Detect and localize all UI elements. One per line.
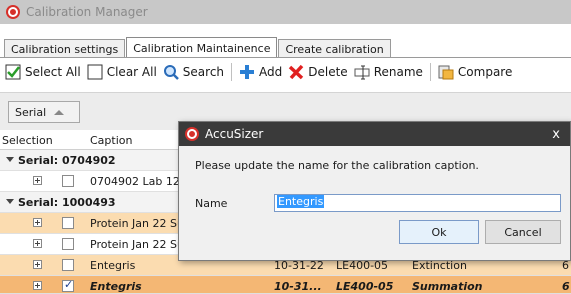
empty-box-icon <box>87 64 103 80</box>
tab-strip: Calibration settings Calibration Maintai… <box>4 37 392 58</box>
toolbar-separator <box>231 63 233 81</box>
row-checkbox[interactable] <box>62 175 74 187</box>
dialog-message: Please update the name for the calibrati… <box>195 159 479 172</box>
column-header-caption[interactable]: Caption <box>90 134 132 147</box>
name-input-value: Entegris <box>277 195 325 208</box>
table-row-selected[interactable]: Entegris 10-31... LE400-05 Summation 6 <box>0 276 571 294</box>
search-label: Search <box>182 65 225 79</box>
delete-x-icon <box>288 64 304 80</box>
compare-label: Compare <box>457 65 513 79</box>
group-label: Serial: 1000493 <box>18 196 116 209</box>
expand-icon[interactable] <box>33 176 42 185</box>
tab-calibration-maintainence[interactable]: Calibration Maintainence <box>126 37 278 58</box>
row-caption: 0704902 Lab 12-4 <box>90 175 191 188</box>
group-chip-serial[interactable]: Serial <box>8 101 80 123</box>
expand-icon[interactable] <box>33 239 42 248</box>
select-all-label: Select All <box>25 65 81 79</box>
app-logo-icon <box>6 5 20 19</box>
clear-all-label: Clear All <box>106 65 157 79</box>
compare-button[interactable]: Compare <box>435 61 515 83</box>
add-plus-icon <box>239 64 255 80</box>
name-label: Name <box>195 197 228 210</box>
dialog-title: AccuSizer <box>205 127 264 141</box>
app-logo-icon <box>185 127 199 141</box>
name-input[interactable]: Entegris <box>274 194 561 212</box>
delete-button[interactable]: Delete <box>285 61 350 83</box>
row-extra: 6 <box>562 280 570 293</box>
expand-icon[interactable] <box>33 260 42 269</box>
sort-ascending-icon <box>54 109 65 115</box>
close-icon[interactable]: x <box>552 127 560 142</box>
row-caption: Entegris <box>90 280 142 293</box>
toolbar-separator <box>429 63 431 81</box>
row-caption: Protein Jan 22 Su <box>90 217 184 230</box>
add-button[interactable]: Add <box>236 61 285 83</box>
dialog-titlebar: AccuSizer x <box>179 122 570 146</box>
add-label: Add <box>259 65 283 79</box>
row-caption: Entegris <box>90 259 136 272</box>
select-all-button[interactable]: Select All <box>2 61 84 83</box>
ok-button[interactable]: Ok <box>399 220 479 244</box>
cancel-button[interactable]: Cancel <box>485 220 561 244</box>
rename-button[interactable]: Rename <box>351 61 426 83</box>
row-mode: Summation <box>412 280 483 293</box>
search-button[interactable]: Search <box>160 61 227 83</box>
search-icon <box>163 64 179 80</box>
tab-create-calibration[interactable]: Create calibration <box>278 39 391 58</box>
toolbar: Select All Clear All Search Add Delete R… <box>0 58 571 86</box>
row-model: LE400-05 <box>336 280 394 293</box>
delete-label: Delete <box>308 65 348 79</box>
checked-box-icon <box>5 64 21 80</box>
row-checkbox-checked[interactable] <box>62 278 74 292</box>
rename-icon <box>354 64 370 80</box>
group-chip-label: Serial <box>15 105 47 119</box>
clear-all-button[interactable]: Clear All <box>84 61 160 83</box>
expand-icon[interactable] <box>33 218 42 227</box>
tab-calibration-settings[interactable]: Calibration settings <box>4 39 126 58</box>
compare-icon <box>438 64 454 80</box>
window-titlebar: Calibration Manager <box>0 0 571 24</box>
collapse-icon[interactable] <box>6 157 14 162</box>
row-checkbox[interactable] <box>62 217 74 229</box>
row-date: 10-31... <box>274 280 322 293</box>
row-checkbox[interactable] <box>62 238 74 250</box>
group-label: Serial: 0704902 <box>18 154 116 167</box>
row-checkbox[interactable] <box>62 259 74 271</box>
column-header-selection[interactable]: Selection <box>2 134 53 147</box>
collapse-icon[interactable] <box>6 199 14 204</box>
rename-dialog: AccuSizer x Please update the name for t… <box>178 121 571 261</box>
rename-label: Rename <box>373 65 423 79</box>
window-title: Calibration Manager <box>26 5 148 19</box>
expand-icon[interactable] <box>33 281 42 290</box>
row-caption: Protein Jan 22 Su <box>90 238 184 251</box>
